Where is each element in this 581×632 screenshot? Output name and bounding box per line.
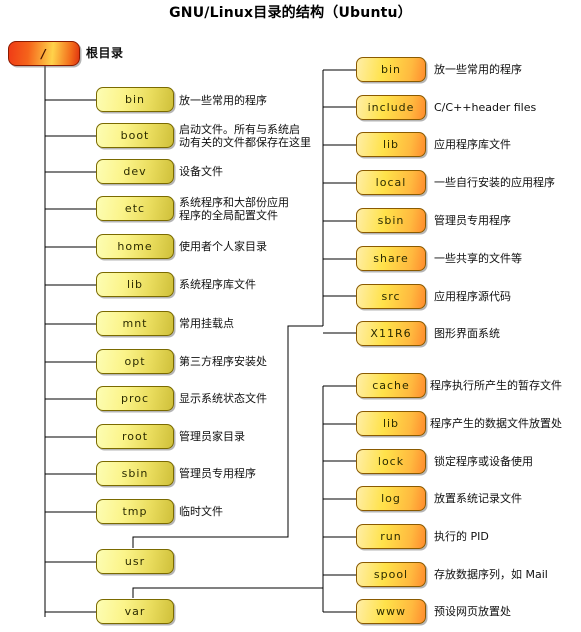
desc-mnt: 常用挂载点 (179, 317, 234, 330)
node-usr-include[interactable]: include (356, 95, 426, 120)
node-root[interactable]: / (8, 41, 80, 66)
node-label: www (376, 605, 406, 618)
desc-var-lib: 程序产生的数据文件放置处 (430, 417, 562, 430)
node-label: / (41, 46, 47, 61)
node-var-spool[interactable]: spool (356, 562, 426, 587)
node-home[interactable]: home (96, 234, 174, 259)
node-label: dev (123, 165, 147, 178)
desc-bin: 放一些常用的程序 (179, 94, 267, 107)
desc-var-www: 预设网页放置处 (434, 605, 511, 618)
desc-var-log: 放置系统记录文件 (434, 492, 522, 505)
node-label: lock (377, 455, 405, 468)
desc-var-run: 执行的 PID (434, 530, 489, 543)
node-opt[interactable]: opt (96, 349, 174, 374)
node-label: include (367, 101, 415, 114)
desc-usr-share: 一些共享的文件等 (434, 252, 522, 265)
desc-usr-include: C/C++header files (434, 101, 537, 114)
desc-sbin: 管理员专用程序 (179, 467, 256, 480)
node-mnt[interactable]: mnt (96, 311, 174, 336)
node-usr-src[interactable]: src (356, 284, 426, 309)
desc-home: 使用者个人家目录 (179, 240, 267, 253)
desc-var-lock: 锁定程序或设备使用 (434, 455, 533, 468)
node-etc[interactable]: etc (96, 196, 174, 221)
desc-usr-sbin: 管理员专用程序 (434, 214, 511, 227)
node-label: share (373, 252, 409, 265)
node-label: local (375, 176, 407, 189)
node-usr-share[interactable]: share (356, 246, 426, 271)
node-var-lib[interactable]: lib (356, 411, 426, 436)
desc-opt: 第三方程序安装处 (179, 355, 267, 368)
node-usr-bin[interactable]: bin (356, 57, 426, 82)
desc-tmp: 临时文件 (179, 505, 223, 518)
node-usr-local[interactable]: local (356, 170, 426, 195)
node-boot[interactable]: boot (96, 123, 174, 148)
desc-usr-local: 一些自行安装的应用程序 (434, 176, 555, 189)
desc-root-home: 管理员家目录 (179, 430, 245, 443)
node-dev[interactable]: dev (96, 159, 174, 184)
root-description: 根目录 (86, 46, 124, 60)
node-label: sbin (121, 467, 149, 480)
desc-usr-x11r6: 图形界面系统 (434, 327, 500, 340)
node-label: root (121, 430, 149, 443)
node-label: proc (120, 392, 150, 405)
node-label: lib (126, 278, 144, 291)
node-label: opt (124, 355, 146, 368)
node-var-cache[interactable]: cache (356, 373, 426, 398)
node-label: home (117, 240, 153, 253)
node-label: mnt (122, 317, 148, 330)
desc-boot: 启动文件。所有与系统启 动有关的文件都保存在这里 (179, 123, 311, 149)
node-label: usr (124, 555, 146, 568)
node-var-run[interactable]: run (356, 524, 426, 549)
node-label: bin (380, 63, 401, 76)
node-proc[interactable]: proc (96, 386, 174, 411)
node-usr-sbin[interactable]: sbin (356, 208, 426, 233)
node-usr-x11r6[interactable]: X11R6 (356, 321, 426, 346)
desc-dev: 设备文件 (179, 165, 223, 178)
node-lib[interactable]: lib (96, 272, 174, 297)
desc-var-spool: 存放数据序列，如 Mail (434, 568, 548, 581)
node-var-log[interactable]: log (356, 486, 426, 511)
desc-var-cache: 程序执行所产生的暂存文件 (430, 379, 562, 392)
node-label: var (124, 605, 146, 618)
node-usr[interactable]: usr (96, 549, 174, 574)
node-var-lock[interactable]: lock (356, 449, 426, 474)
node-label: X11R6 (370, 327, 412, 340)
node-label: lib (382, 417, 400, 430)
node-sbin[interactable]: sbin (96, 461, 174, 486)
node-label: cache (372, 379, 410, 392)
desc-lib: 系统程序库文件 (179, 278, 256, 291)
node-var-www[interactable]: www (356, 599, 426, 624)
connector-lines (44, 66, 356, 617)
node-label: boot (120, 129, 150, 142)
desc-usr-lib: 应用程序库文件 (434, 138, 511, 151)
node-label: bin (124, 93, 145, 106)
desc-usr-src: 应用程序源代码 (434, 290, 511, 303)
node-usr-lib[interactable]: lib (356, 132, 426, 157)
node-label: lib (382, 138, 400, 151)
node-var[interactable]: var (96, 599, 174, 624)
desc-proc: 显示系统状态文件 (179, 392, 267, 405)
node-label: sbin (377, 214, 405, 227)
node-label: etc (124, 202, 146, 215)
node-label: run (380, 530, 402, 543)
directory-structure-diagram: GNU/Linux目录的结构（Ubuntu） / 根目录 bin 放一些常用的程… (0, 0, 581, 632)
desc-etc: 系统程序和大部份应用 程序的全局配置文件 (179, 196, 289, 222)
node-label: tmp (122, 505, 148, 518)
node-root-home[interactable]: root (96, 424, 174, 449)
node-label: src (381, 290, 401, 303)
node-label: log (381, 492, 401, 505)
node-tmp[interactable]: tmp (96, 499, 174, 524)
node-bin[interactable]: bin (96, 87, 174, 112)
desc-usr-bin: 放一些常用的程序 (434, 63, 522, 76)
node-label: spool (373, 568, 409, 581)
